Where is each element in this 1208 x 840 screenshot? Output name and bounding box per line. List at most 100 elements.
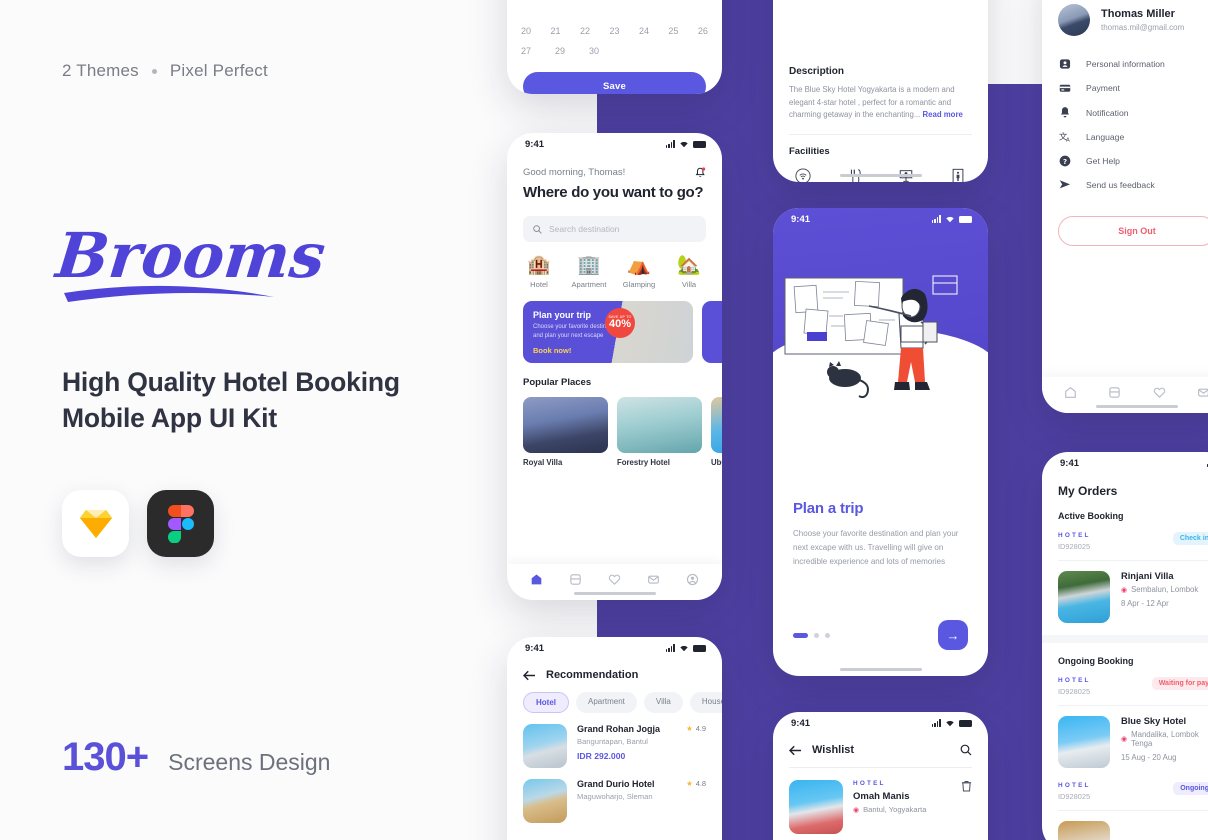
- nav-home-icon[interactable]: [530, 573, 543, 586]
- status-time: 9:41: [791, 717, 811, 729]
- order-row[interactable]: [1042, 811, 1208, 840]
- popular-places-list: Royal Villa Forestry Hotel Ubu: [507, 388, 722, 467]
- tool-badges: [62, 490, 214, 557]
- category-item-apartment[interactable]: 🏢 Apartment: [571, 254, 607, 289]
- category-item-more[interactable]: 🏬 M: [721, 254, 722, 289]
- menu-item-send-feedback[interactable]: Send us feedback: [1042, 167, 1208, 190]
- arrow-right-icon: →: [946, 627, 960, 643]
- category-label: M: [721, 280, 722, 289]
- menu-item-language[interactable]: 文A Language: [1042, 119, 1208, 143]
- save-button[interactable]: Save: [523, 72, 706, 94]
- back-arrow-icon[interactable]: [789, 745, 802, 756]
- dot[interactable]: [814, 632, 819, 638]
- greeting-row: Good morning, Thomas!: [507, 155, 722, 179]
- hotel-rating: ★ 4.9: [686, 724, 706, 733]
- read-more-link[interactable]: Read more: [923, 110, 963, 119]
- nav-wishlist-heart-icon[interactable]: [1153, 386, 1166, 399]
- status-icons: [665, 140, 706, 148]
- onboarding-title: Plan a trip: [793, 500, 864, 517]
- calendar-day[interactable]: 25: [668, 26, 678, 36]
- status-icons: [931, 719, 972, 727]
- nav-mail-icon[interactable]: [647, 573, 660, 586]
- status-badge[interactable]: Waiting for pay: [1151, 677, 1208, 690]
- next-button[interactable]: →: [938, 620, 968, 650]
- order-row[interactable]: Rinjani Villa ◉ Sembalun, Lombok 8 Apr -…: [1042, 561, 1208, 623]
- banner-action[interactable]: Book now!: [533, 346, 623, 355]
- order-meta: HOTEL ID928025 Check in: [1042, 521, 1208, 551]
- bell-icon[interactable]: [695, 167, 706, 179]
- menu-item-personal-information[interactable]: Personal information: [1042, 46, 1208, 70]
- calendar-day[interactable]: 30: [589, 46, 599, 56]
- order-row[interactable]: Blue Sky Hotel ◉ Mandalika, Lombok Tenga…: [1042, 706, 1208, 768]
- menu-item-get-help[interactable]: ? Get Help: [1042, 143, 1208, 167]
- wifi-icon: [680, 645, 688, 652]
- place-image: [617, 397, 702, 454]
- menu-label: Personal information: [1086, 59, 1165, 69]
- wifi-icon: [680, 141, 688, 148]
- hotel-list-item[interactable]: Grand Durio Hotel Maguwoharjo, Sleman ★ …: [507, 768, 722, 823]
- send-icon: [1058, 179, 1072, 190]
- menu-item-notification[interactable]: Notification: [1042, 94, 1208, 119]
- onboarding-body: Choose your favorite destination and pla…: [793, 529, 959, 566]
- signal-icon: [665, 140, 675, 148]
- promo-banner[interactable]: SAVE UP TO 30: [702, 301, 722, 364]
- presentation-stage: 2 Themes Pixel Perfect Brooms High Quali…: [0, 0, 1208, 840]
- filter-chip-hotel[interactable]: Hotel: [523, 692, 569, 713]
- nav-home-icon[interactable]: [1064, 386, 1077, 399]
- calendar-day[interactable]: 23: [609, 26, 619, 36]
- calendar-day[interactable]: 21: [550, 26, 560, 36]
- calendar-day[interactable]: 22: [580, 26, 590, 36]
- wishlist-item[interactable]: HOTEL Omah Manis ◉ Bantul, Yogyakarta: [773, 768, 988, 834]
- filter-chip-apartment[interactable]: Apartment: [576, 692, 637, 713]
- category-item-hotel[interactable]: 🏨 Hotel: [521, 254, 557, 289]
- home-indicator: [839, 667, 922, 671]
- place-card[interactable]: Forestry Hotel: [617, 397, 702, 467]
- wifi-icon: [795, 168, 811, 182]
- menu-label: Send us feedback: [1086, 179, 1155, 190]
- filter-chip-house[interactable]: House: [689, 692, 722, 713]
- nav-bookings-icon[interactable]: [569, 573, 582, 586]
- dot[interactable]: [825, 632, 830, 638]
- place-card[interactable]: Royal Villa: [523, 397, 608, 467]
- description-text: The Blue Sky Hotel Yogyakarta is a moder…: [773, 77, 988, 122]
- nav-mail-icon[interactable]: [1197, 386, 1208, 399]
- category-item-villa[interactable]: 🏡 Villa: [671, 254, 707, 289]
- calendar-day[interactable]: 20: [521, 26, 531, 36]
- trash-icon[interactable]: [961, 780, 972, 792]
- brooms-logo-icon: Brooms: [51, 219, 329, 302]
- onboarding-footer: →: [793, 620, 968, 650]
- calendar-day[interactable]: 26: [698, 26, 708, 36]
- hero-panel: 2 Themes Pixel Perfect Brooms High Quali…: [0, 0, 500, 840]
- onboarding-illustration: 9:41: [773, 208, 988, 478]
- hotel-list-item[interactable]: Grand Rohan Jogja Banguntapan, Bantul ID…: [507, 713, 722, 768]
- status-badge[interactable]: Ongoing: [1173, 782, 1208, 795]
- nav-bookings-icon[interactable]: [1108, 386, 1121, 399]
- search-icon[interactable]: [960, 744, 972, 756]
- category-item-glamping[interactable]: ⛺ Glamping: [621, 254, 657, 289]
- filter-chip-villa[interactable]: Villa: [643, 692, 683, 713]
- home-indicator: [839, 173, 922, 177]
- promo-banner[interactable]: Plan your trip Choose your favorite dest…: [523, 301, 693, 364]
- search-input[interactable]: Search destination: [523, 216, 706, 243]
- calendar-day[interactable]: 24: [639, 26, 649, 36]
- place-card[interactable]: Ubu: [711, 397, 722, 467]
- place-name: Forestry Hotel: [617, 458, 670, 468]
- wishlist-name: Omah Manis: [853, 791, 910, 802]
- profile-name: Thomas Miller: [1101, 8, 1175, 20]
- battery-icon: [693, 644, 706, 652]
- sign-out-button[interactable]: Sign Out: [1058, 216, 1208, 246]
- menu-item-payment[interactable]: Payment: [1042, 70, 1208, 94]
- calendar-week-row: 27 29 30: [507, 36, 722, 56]
- back-arrow-icon[interactable]: [523, 670, 536, 681]
- order-dates: 15 Aug - 20 Aug: [1121, 753, 1177, 762]
- nav-profile-icon[interactable]: [686, 573, 699, 586]
- calendar-day[interactable]: 27: [521, 46, 531, 56]
- status-badge[interactable]: Check in: [1172, 532, 1208, 545]
- pagination-dots: [793, 632, 830, 638]
- hero-eyebrow: 2 Themes Pixel Perfect: [62, 61, 268, 81]
- calendar-day[interactable]: 29: [555, 46, 565, 56]
- nav-wishlist-heart-icon[interactable]: [608, 573, 621, 586]
- status-time: 9:41: [525, 138, 545, 150]
- signal-icon: [931, 215, 941, 223]
- dot-active[interactable]: [793, 632, 808, 638]
